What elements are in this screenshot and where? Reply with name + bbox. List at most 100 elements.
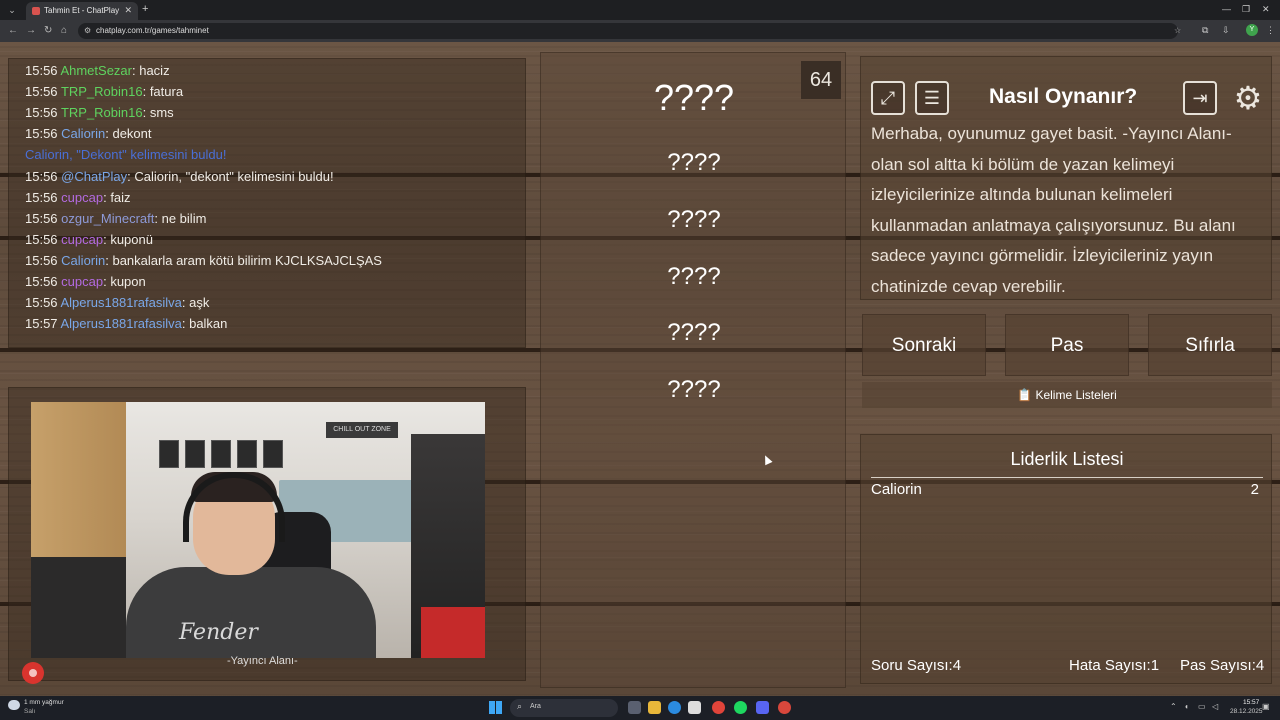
- main-word: ????: [653, 77, 735, 118]
- downloads-icon[interactable]: ⇩: [1222, 25, 1230, 36]
- chat-username[interactable]: Alperus1881rafasilva: [60, 316, 181, 331]
- chat-text: : bankalarla aram kötü bilirim KJCLKSAJC…: [105, 252, 382, 268]
- clock-date[interactable]: 28.12.2025: [1230, 708, 1263, 715]
- chat-message: 15:56 cupcap: kupon: [25, 274, 146, 289]
- chat-panel[interactable]: 15:56 AhmetSezar: haciz 15:56 TRP_Robin16…: [8, 58, 526, 348]
- next-button[interactable]: Sonraki: [862, 314, 986, 376]
- chat-message: 15:56 cupcap: kuponü: [25, 232, 153, 247]
- chat-username[interactable]: Alperus1881rafasilva: [60, 295, 181, 310]
- network-icon[interactable]: ▭: [1198, 702, 1206, 711]
- pass-button[interactable]: Pas: [1005, 314, 1129, 376]
- browser-menu-icon[interactable]: ⋮: [1266, 25, 1275, 36]
- reset-button[interactable]: Sıfırla: [1148, 314, 1272, 376]
- chat-username[interactable]: cupcap: [61, 274, 103, 289]
- spotify-icon[interactable]: [734, 701, 747, 714]
- chat-username[interactable]: ozgur_Minecraft: [61, 211, 154, 226]
- new-tab-icon[interactable]: +: [142, 3, 148, 15]
- tray-chevron-icon[interactable]: ⌃: [1170, 702, 1177, 711]
- task-view-icon[interactable]: [628, 701, 641, 714]
- logout-icon[interactable]: ⇥: [1183, 81, 1217, 115]
- chat-username[interactable]: cupcap: [61, 232, 103, 247]
- url-bar[interactable]: ⚙ chatplay.com.tr/games/tahminet ☆: [78, 23, 1181, 39]
- start-windows-icon[interactable]: [489, 701, 502, 714]
- forbidden-word: ????: [667, 263, 721, 290]
- chat-text: : ne bilim: [154, 210, 207, 226]
- url-text[interactable]: chatplay.com.tr/games/tahminet: [96, 26, 209, 35]
- fullscreen-icon[interactable]: ⤢: [871, 81, 905, 115]
- chat-timestamp: 15:56: [25, 210, 58, 226]
- leaderboard-panel: Liderlik Listesi Caliorin 2 Soru Sayısı:…: [860, 434, 1272, 684]
- weather-subtext[interactable]: Salı: [24, 708, 35, 715]
- chat-username[interactable]: Caliorin: [61, 126, 105, 141]
- app-icon[interactable]: [778, 701, 791, 714]
- chat-username[interactable]: AhmetSezar: [60, 63, 132, 78]
- site-info-icon[interactable]: ⚙: [84, 26, 91, 35]
- tab-search-icon[interactable]: ⌄: [6, 4, 18, 16]
- chat-text: : faiz: [103, 189, 131, 205]
- chat-text: : haciz: [132, 63, 170, 78]
- browser-tab[interactable]: Tahmin Et - ChatPlay ✕: [26, 2, 138, 20]
- taskbar-search[interactable]: ⌕ Ara: [510, 699, 618, 717]
- forbidden-word: ????: [667, 319, 721, 346]
- notification-icon[interactable]: ▣: [1262, 702, 1270, 711]
- search-icon: ⌕: [517, 701, 523, 711]
- chat-timestamp: 15:56: [25, 274, 58, 289]
- close-window-icon[interactable]: ✕: [1262, 4, 1270, 15]
- chat-text: : sms: [142, 105, 174, 121]
- chat-username[interactable]: TRP_Robin16: [61, 105, 143, 120]
- chat-timestamp: 15:56: [25, 168, 58, 184]
- forbidden-word: ????: [667, 376, 721, 403]
- word-lists-button[interactable]: 📋 Kelime Listeleri: [862, 382, 1272, 408]
- webcam-poster: [237, 440, 257, 468]
- tab-title: Tahmin Et - ChatPlay: [44, 6, 120, 15]
- pass-count: Pas Sayısı:4: [1180, 657, 1265, 674]
- maximize-icon[interactable]: ❐: [1242, 4, 1250, 15]
- settings-gear-icon[interactable]: ⚙: [1229, 79, 1267, 117]
- edge-icon[interactable]: [668, 701, 681, 714]
- tab-close-icon[interactable]: ✕: [124, 5, 132, 16]
- chat-username[interactable]: @ChatPlay: [61, 169, 127, 184]
- game-page: 15:56 AhmetSezar: haciz 15:56 TRP_Robin16…: [0, 42, 1280, 696]
- chat-timestamp: 15:56: [25, 252, 58, 268]
- notes-icon[interactable]: ☰: [915, 81, 949, 115]
- chrome-icon[interactable]: [712, 701, 725, 714]
- clock-time[interactable]: 15:57: [1243, 699, 1259, 706]
- profile-avatar[interactable]: Y: [1246, 24, 1258, 36]
- weather-text[interactable]: 1 mm yağmur: [24, 699, 64, 706]
- extensions-icon[interactable]: ⧉: [1202, 25, 1208, 36]
- record-icon[interactable]: [22, 662, 44, 684]
- bookmark-star-icon[interactable]: ☆: [1174, 26, 1181, 35]
- chat-text: : dekont: [105, 126, 152, 142]
- how-to-play-text: Merhaba, oyunumuz gayet basit. -Yayıncı …: [871, 124, 1236, 296]
- chat-message: 15:56 Caliorin: dekont: [25, 126, 152, 141]
- chat-username[interactable]: TRP_Robin16: [61, 84, 143, 99]
- back-icon[interactable]: ←: [8, 25, 18, 36]
- weather-cloud-icon[interactable]: [8, 700, 20, 710]
- reload-icon[interactable]: ↻: [44, 25, 52, 36]
- webcam-poster: [263, 440, 283, 468]
- forward-icon[interactable]: →: [26, 25, 36, 36]
- webcam-red-object: [421, 607, 485, 658]
- mic-icon[interactable]: ◖: [1184, 702, 1189, 711]
- chat-text: : kuponü: [103, 231, 153, 247]
- file-explorer-icon[interactable]: [648, 701, 661, 714]
- discord-icon[interactable]: [756, 701, 769, 714]
- chat-username[interactable]: cupcap: [61, 190, 103, 205]
- home-icon[interactable]: ⌂: [61, 25, 67, 36]
- volume-icon[interactable]: ◁: [1212, 702, 1218, 711]
- store-icon[interactable]: [688, 701, 701, 714]
- system-message-text: Caliorin, "Dekont" kelimesini buldu!: [25, 147, 227, 163]
- chat-message: 15:56 ozgur_Minecraft: ne bilim: [25, 211, 206, 226]
- chat-timestamp: 15:56: [25, 231, 58, 247]
- minimize-icon[interactable]: —: [1222, 4, 1231, 14]
- chat-timestamp: 15:56: [25, 105, 58, 121]
- leaderboard-divider: [871, 477, 1263, 478]
- windows-taskbar: 1 mm yağmur Salı ⌕ Ara ⌃ ◖ ▭ ◁ 15:57 28.…: [0, 696, 1280, 720]
- chat-username[interactable]: Caliorin: [61, 253, 105, 268]
- address-bar-row: ← → ↻ ⌂ ⚙ chatplay.com.tr/games/tahminet…: [0, 20, 1280, 42]
- chat-timestamp: 15:56: [25, 63, 58, 78]
- question-count: Soru Sayısı:4: [871, 657, 962, 674]
- word-column: 64 ???? ???? ???? ???? ???? ????: [540, 52, 846, 688]
- forbidden-word: ????: [667, 206, 721, 233]
- chat-message: 15:56 Alperus1881rafasilva: aşk: [25, 295, 209, 310]
